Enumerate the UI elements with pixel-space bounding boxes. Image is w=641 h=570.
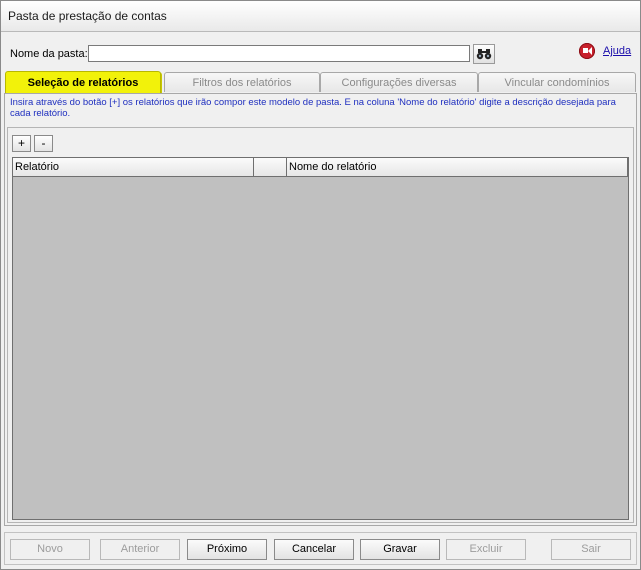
column-header-report[interactable]: Relatório: [13, 158, 254, 176]
cancel-button[interactable]: Cancelar: [274, 539, 354, 560]
new-button[interactable]: Novo: [10, 539, 90, 560]
tab-bar: Seleção de relatórios Filtros dos relató…: [4, 71, 637, 94]
tab-link-condominiums[interactable]: Vincular condomínios: [478, 72, 636, 92]
reports-grid[interactable]: Relatório Nome do relatório: [12, 157, 629, 520]
next-button[interactable]: Próximo: [187, 539, 267, 560]
column-header-report-name[interactable]: Nome do relatório: [287, 158, 628, 176]
folder-name-label: Nome da pasta:: [10, 48, 88, 60]
folder-name-input[interactable]: [88, 45, 470, 62]
search-button[interactable]: [473, 44, 495, 64]
tab-report-selection[interactable]: Seleção de relatórios: [5, 71, 161, 94]
tab-panel: Insira através do botão [+] os relatório…: [4, 93, 637, 526]
remove-report-button[interactable]: -: [34, 135, 53, 152]
add-report-button[interactable]: +: [12, 135, 31, 152]
exit-button[interactable]: Sair: [551, 539, 631, 560]
binoculars-icon: [476, 49, 492, 60]
help-link[interactable]: Ajuda: [603, 45, 631, 57]
column-header-blank[interactable]: [254, 158, 287, 176]
instruction-text: Insira através do botão [+] os relatório…: [10, 97, 616, 119]
name-row: Nome da pasta: Ajuda: [1, 41, 640, 65]
save-button[interactable]: Gravar: [360, 539, 440, 560]
previous-button[interactable]: Anterior: [100, 539, 180, 560]
title-bar: Pasta de prestação de contas: [1, 1, 640, 32]
window: Pasta de prestação de contas Nome da pas…: [0, 0, 641, 570]
tab-misc-settings[interactable]: Configurações diversas: [320, 72, 478, 92]
delete-button[interactable]: Excluir: [446, 539, 526, 560]
window-title: Pasta de prestação de contas: [8, 9, 167, 23]
help-video-icon[interactable]: [579, 43, 595, 59]
action-bar: Novo Anterior Próximo Cancelar Gravar Ex…: [4, 532, 637, 565]
grid-header: Relatório Nome do relatório: [13, 158, 628, 177]
tab-report-filters[interactable]: Filtros dos relatórios: [164, 72, 320, 92]
reports-group: + - Relatório Nome do relatório: [7, 127, 634, 523]
